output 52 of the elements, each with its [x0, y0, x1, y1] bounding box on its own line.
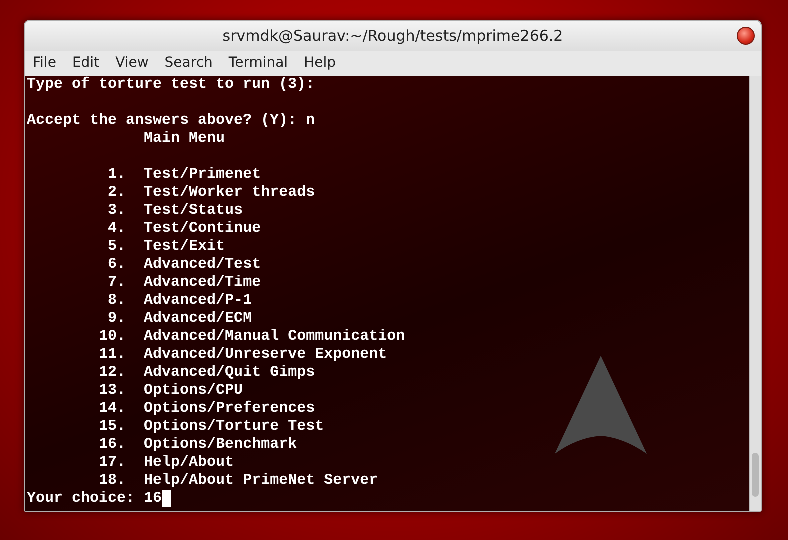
menu-number: 6.: [108, 256, 126, 273]
menu-number: 2.: [108, 184, 126, 201]
menu-number: 7.: [108, 274, 126, 291]
menu-number: 15.: [99, 418, 126, 435]
menu-number: 8.: [108, 292, 126, 309]
menu-number: 1.: [108, 166, 126, 183]
prompt-label: Your choice:: [27, 490, 136, 507]
menu-number: 14.: [99, 400, 126, 417]
menu-number: 4.: [108, 220, 126, 237]
menu-item[interactable]: View: [108, 51, 157, 76]
terminal-line: Accept the answers above? (Y): n: [27, 112, 316, 130]
menu-option: Advanced/Test: [144, 256, 262, 273]
menu-option: Test/Worker threads: [144, 184, 316, 201]
menu-number: 17.: [99, 454, 126, 471]
menu-option: Help/About PrimeNet Server: [144, 472, 378, 489]
menu-number: 12.: [99, 364, 126, 381]
menu-number: 3.: [108, 202, 126, 219]
menu-option: Advanced/ECM: [144, 310, 252, 327]
menu-item[interactable]: Terminal: [220, 51, 296, 76]
menu-number: 16.: [99, 436, 126, 453]
menu-option: Advanced/Time: [144, 274, 262, 291]
menu-option: Help/About: [144, 454, 234, 471]
menu-option: Advanced/Manual Communication: [144, 328, 406, 345]
menu-option: Advanced/P-1: [144, 292, 252, 309]
menu-item[interactable]: File: [25, 51, 64, 76]
menu-item[interactable]: Help: [296, 51, 344, 76]
menu-number: 5.: [108, 238, 126, 255]
menu-number: 18.: [99, 472, 126, 489]
window-title: srvmdk@Saurav:~/Rough/tests/mprime266.2: [222, 26, 564, 47]
menu-number: 11.: [99, 346, 126, 363]
menu-option: Advanced/Unreserve Exponent: [144, 346, 388, 363]
text-cursor: [162, 490, 172, 507]
terminal-line: Type of torture test to run (3):: [27, 76, 316, 94]
menu-option: Test/Primenet: [144, 166, 262, 183]
menu-option: Options/Benchmark: [144, 436, 298, 453]
menu-number: 9.: [108, 310, 126, 327]
close-button[interactable]: [737, 27, 755, 45]
menu-number: 13.: [99, 382, 126, 399]
prompt-input[interactable]: 16: [144, 490, 162, 507]
menu-option: Options/Preferences: [144, 400, 316, 417]
scrollbar[interactable]: [749, 76, 761, 511]
menu-title: Main Menu: [144, 130, 226, 147]
menu-option: Test/Status: [144, 202, 244, 219]
menu-option: Options/Torture Test: [144, 418, 324, 435]
menu-item[interactable]: Search: [156, 51, 221, 76]
scrollbar-thumb[interactable]: [752, 453, 759, 497]
menu-option: Options/CPU: [144, 382, 244, 399]
menu-item[interactable]: Edit: [64, 51, 108, 76]
menu-option: Test/Exit: [144, 238, 226, 255]
menu-option: Test/Continue: [144, 220, 262, 237]
menu-number: 10.: [99, 328, 126, 345]
menu-option: Advanced/Quit Gimps: [144, 364, 316, 381]
